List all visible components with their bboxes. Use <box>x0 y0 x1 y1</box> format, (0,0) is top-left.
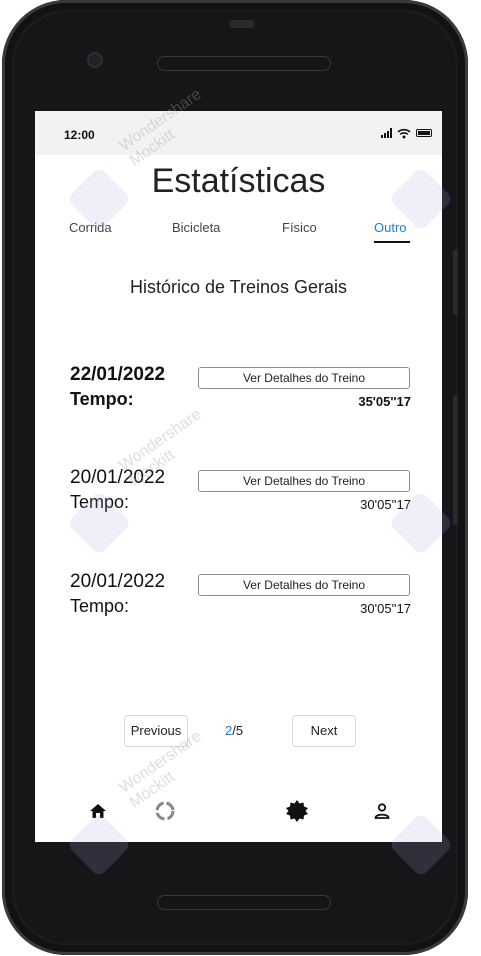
tab-corrida[interactable]: Corrida <box>69 220 112 235</box>
view-details-button[interactable]: Ver Detalhes do Treino <box>198 367 410 389</box>
power-button <box>453 250 458 315</box>
tab-bar: Corrida Bicicleta Físico Outro <box>35 220 442 248</box>
section-title: Histórico de Treinos Gerais <box>129 277 348 297</box>
loading-ring-icon <box>155 801 175 821</box>
top-speaker <box>157 56 331 71</box>
top-sensor <box>229 20 255 28</box>
entry-time-value: 30'05''17 <box>360 497 411 512</box>
view-details-button[interactable]: Ver Detalhes do Treino <box>198 574 410 596</box>
view-details-button[interactable]: Ver Detalhes do Treino <box>198 470 410 492</box>
tab-outro[interactable]: Outro <box>374 220 407 235</box>
home-icon <box>90 804 106 818</box>
nav-home[interactable] <box>78 791 118 831</box>
previous-button[interactable]: Previous <box>124 715 188 747</box>
badge-icon <box>286 800 308 822</box>
page-total: /5 <box>232 723 244 738</box>
status-time: 12:00 <box>64 128 95 142</box>
entry-time-label: Tempo: <box>70 389 134 409</box>
app-screen: 12:00 Estatísticas Corrida Bicicleta Fís… <box>35 111 442 842</box>
tab-fisico[interactable]: Físico <box>282 220 317 235</box>
next-button[interactable]: Next <box>292 715 356 747</box>
nav-badges[interactable] <box>277 791 317 831</box>
page-title: Estatísticas <box>151 162 326 200</box>
user-icon <box>374 803 390 819</box>
list-item: 20/01/2022 Tempo: Ver Detalhes do Treino… <box>35 571 442 631</box>
status-bar: 12:00 <box>35 111 442 155</box>
list-item: 22/01/2022 Tempo: Ver Detalhes do Treino… <box>35 364 442 424</box>
pagination: Previous 2/5 Next <box>35 715 442 747</box>
entry-time-label: Tempo: <box>70 492 130 512</box>
entry-date: 20/01/2022 <box>70 467 166 488</box>
list-item: 20/01/2022 Tempo: Ver Detalhes do Treino… <box>35 467 442 527</box>
bottom-speaker <box>157 895 331 910</box>
entry-time-value: 30'05''17 <box>360 601 411 616</box>
battery-icon <box>416 129 432 137</box>
nav-activity[interactable] <box>145 791 185 831</box>
bottom-nav <box>35 791 442 831</box>
entry-date: 22/01/2022 <box>70 364 166 385</box>
entry-time-value: 35'05''17 <box>358 394 411 409</box>
nav-profile[interactable] <box>362 791 402 831</box>
wifi-icon <box>397 128 411 138</box>
page-indicator: 2/5 <box>225 723 243 738</box>
entry-date: 20/01/2022 <box>70 571 166 592</box>
signal-icon <box>381 128 392 138</box>
front-camera-icon <box>87 52 103 68</box>
status-icons <box>381 127 432 139</box>
tab-bicicleta[interactable]: Bicicleta <box>172 220 220 235</box>
active-tab-indicator <box>374 241 410 243</box>
entry-time-label: Tempo: <box>70 596 130 616</box>
volume-button <box>453 395 458 525</box>
